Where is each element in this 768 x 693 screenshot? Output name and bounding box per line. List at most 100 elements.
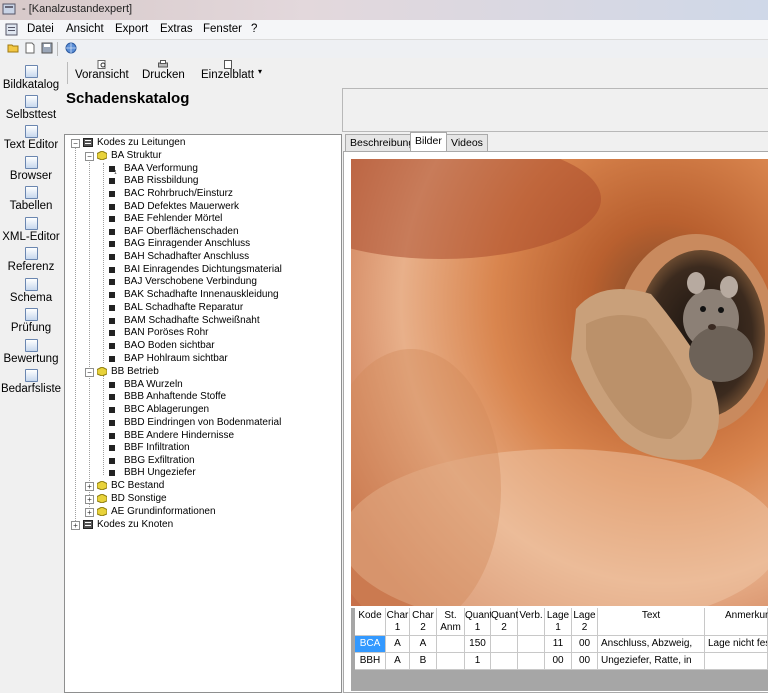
header-text: 1 <box>474 622 481 633</box>
title-bar: - [Kanalzustandexpert] <box>0 0 768 20</box>
table-cell[interactable]: BCA <box>355 636 386 653</box>
tree-node-label: BAJ Verschobene Verbindung <box>124 276 257 287</box>
code-node-icon <box>109 343 115 349</box>
sidebar-item-label: Text Editor <box>3 139 59 151</box>
col-header-kode[interactable]: Kode <box>355 608 386 636</box>
table-cell[interactable] <box>705 653 768 670</box>
header-text: St. <box>444 610 457 621</box>
expand-icon[interactable]: + <box>71 521 80 530</box>
table-cell[interactable]: 150 <box>465 636 491 653</box>
col-header-quant1[interactable]: Quant 1 <box>465 608 492 636</box>
sidebar-item-text-editor[interactable]: Text Editor <box>0 125 62 151</box>
inspection-photo[interactable] <box>351 159 768 606</box>
table-cell[interactable]: Lage nicht fes <box>705 636 768 653</box>
document-menu-icon[interactable] <box>5 23 18 36</box>
table-cell[interactable]: 1 <box>465 653 491 670</box>
col-header-char2[interactable]: Char 2 <box>410 608 437 636</box>
sidebar-item-bildkatalog[interactable]: Bildkatalog <box>0 65 62 91</box>
sidebar-item-schema[interactable]: Schema <box>0 278 62 304</box>
printer-icon <box>158 60 169 68</box>
collapse-icon[interactable]: − <box>71 139 80 148</box>
sidebar-item-xml-editor[interactable]: XML-Editor <box>0 217 62 243</box>
header-text: Kode <box>358 610 382 621</box>
table-cell[interactable]: B <box>410 653 437 670</box>
table-cell[interactable]: 00 <box>572 636 598 653</box>
tab-beschreibung[interactable]: Beschreibung <box>345 134 420 151</box>
table-cell[interactable] <box>491 636 518 653</box>
collapse-icon[interactable]: − <box>85 368 94 377</box>
col-header-st-anm[interactable]: St. Anm <box>437 608 465 636</box>
col-header-verb[interactable]: Verb. <box>518 608 545 636</box>
table-cell[interactable]: A <box>410 636 437 653</box>
new-document-icon[interactable] <box>24 42 36 54</box>
col-header-text[interactable]: Text <box>598 608 705 636</box>
preview-button[interactable]: Voransicht <box>75 60 129 81</box>
code-node-icon <box>109 356 115 362</box>
main-toolbar: Voransicht Drucken Einzelblatt ▾ <box>64 58 344 88</box>
schema-icon <box>24 278 38 291</box>
single-sheet-button[interactable]: Einzelblatt <box>201 60 254 81</box>
print-label: Drucken <box>142 69 185 81</box>
table-cell[interactable] <box>518 653 545 670</box>
menu-fenster[interactable]: Fenster <box>203 23 242 35</box>
print-button[interactable]: Drucken <box>142 60 185 81</box>
table-cell[interactable]: Ungeziefer, Ratte, in <box>598 653 705 670</box>
code-node-icon <box>109 318 115 324</box>
expand-icon[interactable]: + <box>85 495 94 504</box>
menu-export[interactable]: Export <box>115 23 148 35</box>
expand-icon[interactable]: + <box>85 508 94 517</box>
col-header-lage1[interactable]: Lage 1 <box>545 608 572 636</box>
header-text: 2 <box>420 622 426 633</box>
cube-folder-icon <box>97 494 107 503</box>
col-header-lage2[interactable]: Lage 2 <box>572 608 598 636</box>
header-text: Quant <box>491 610 519 621</box>
tree-node-label: BAE Fehlender Mörtel <box>124 213 223 224</box>
tree-node-label: BAG Einragender Anschluss <box>124 238 251 249</box>
table-cell[interactable]: BBH <box>355 653 386 670</box>
header-text: Lage <box>573 610 596 621</box>
globe-icon[interactable] <box>65 42 77 54</box>
sidebar-item-selbsttest[interactable]: Selbsttest <box>0 95 62 121</box>
save-icon[interactable] <box>41 42 53 54</box>
collapse-icon[interactable]: − <box>85 152 94 161</box>
tree-node-label: Kodes zu Leitungen <box>97 137 186 148</box>
menu-ansicht[interactable]: Ansicht <box>66 23 104 35</box>
list-icon <box>24 369 38 382</box>
code-table: Kode Char 1 Char 2 St. Anm Quant 1 Quant 2 Ve… <box>351 608 768 691</box>
menu-datei[interactable]: Datei <box>27 23 54 35</box>
col-header-char1[interactable]: Char 1 <box>386 608 410 636</box>
table-cell[interactable] <box>491 653 518 670</box>
dropdown-arrow-icon[interactable]: ▾ <box>258 67 262 76</box>
toolbar-separator <box>57 42 58 56</box>
sidebar-item-bewertung[interactable]: Bewertung <box>0 339 62 365</box>
table-cell[interactable] <box>437 636 465 653</box>
tab-bilder[interactable]: Bilder <box>410 132 447 151</box>
table-cell[interactable]: A <box>386 636 410 653</box>
table-cell[interactable]: 00 <box>545 653 572 670</box>
header-text: Lage <box>546 610 570 621</box>
open-folder-icon[interactable] <box>7 42 19 54</box>
col-header-quant2[interactable]: Quant 2 <box>491 608 518 636</box>
table-cell[interactable] <box>437 653 465 670</box>
header-text: Anm <box>440 622 461 633</box>
tree-node-label: BBE Andere Hindernisse <box>124 430 235 441</box>
table-cell[interactable]: A <box>386 653 410 670</box>
sidebar-item-referenz[interactable]: Referenz <box>0 247 62 273</box>
sidebar-item-browser[interactable]: Browser <box>0 156 62 182</box>
col-header-anmerkung[interactable]: Anmerkun <box>705 608 768 636</box>
table-cell[interactable]: 11 <box>545 636 572 653</box>
code-node-icon <box>109 191 115 197</box>
menu-extras[interactable]: Extras <box>160 23 193 35</box>
sidebar-item-pruefung[interactable]: Prüfung <box>0 308 62 334</box>
tab-videos[interactable]: Videos <box>446 134 488 151</box>
sidebar-item-bedarfsliste[interactable]: Bedarfsliste <box>0 369 62 395</box>
expand-icon[interactable]: + <box>85 482 94 491</box>
tree-guide-line <box>103 375 104 475</box>
code-node-icon <box>109 229 115 235</box>
table-cell[interactable] <box>518 636 545 653</box>
sidebar-item-tabellen[interactable]: Tabellen <box>0 186 62 212</box>
menu-help[interactable]: ? <box>251 23 257 35</box>
table-cell[interactable]: 00 <box>572 653 598 670</box>
code-tree[interactable]: − Kodes zu Leitungen − BA Struktur 1 BAA … <box>64 134 342 693</box>
table-cell[interactable]: Anschluss, Abzweig, <box>598 636 705 653</box>
